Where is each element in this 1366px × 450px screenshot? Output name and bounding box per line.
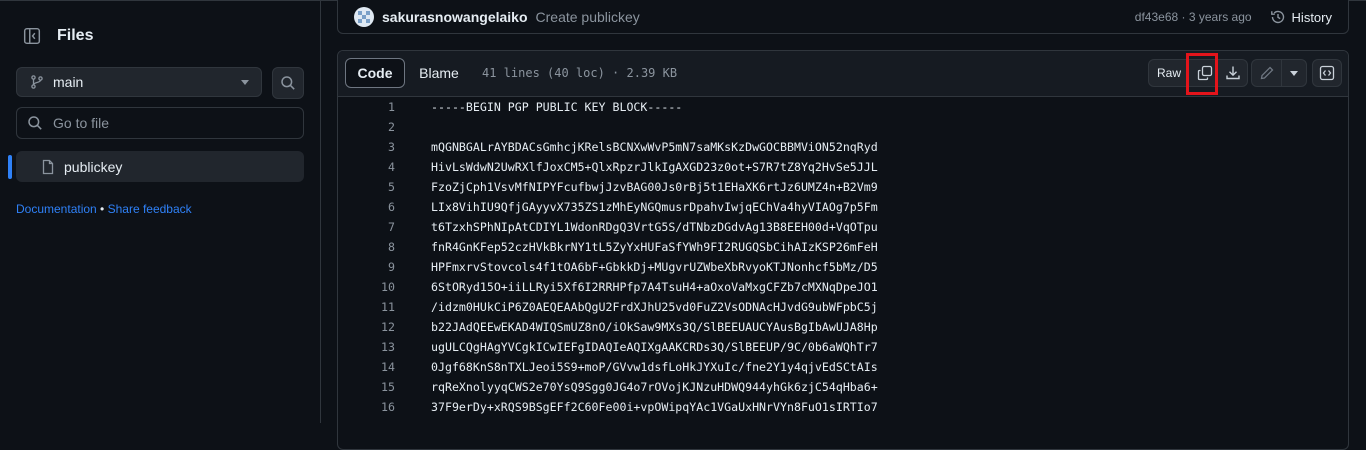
edit-more-options-button[interactable] bbox=[1281, 59, 1307, 87]
code-line: 6 LIx8VihIU9QfjGAyyvX735ZS1zMhEyNGQmusrDp… bbox=[338, 197, 1348, 217]
line-number[interactable]: 13 bbox=[338, 337, 395, 357]
history-button[interactable]: History bbox=[1270, 9, 1332, 25]
pencil-icon bbox=[1260, 66, 1273, 80]
tab-blame[interactable]: Blame bbox=[405, 58, 473, 88]
code-line: 8 fnR4GnKFep52czHVkBkrNY1tL5ZyYxHUFaSfYWh… bbox=[338, 237, 1348, 257]
code-line: 10 6StORyd15O+iiLLRyi5Xf6I2RRHPfp7A4TsuH4… bbox=[338, 277, 1348, 297]
tree-item-label: publickey bbox=[64, 158, 123, 175]
view-mode-toggle: Code Blame bbox=[345, 58, 473, 88]
line-number[interactable]: 9 bbox=[338, 257, 395, 277]
code-line: 5 FzoZjCph1VsvMfNIPYFcufbwjJzvBAG00Js0rBj… bbox=[338, 177, 1348, 197]
code-line: 7 t6TzxhSPhNIpAtCDIYL1WdonRDgQ3VrtG5S/dTN… bbox=[338, 217, 1348, 237]
code-line: 1 -----BEGIN PGP PUBLIC KEY BLOCK----- bbox=[338, 97, 1348, 117]
line-content: 37F9erDy+xRQS9BSgEFf2C60Fe00i+vpOWipqYAc… bbox=[431, 400, 878, 414]
go-to-file-placeholder: Go to file bbox=[53, 115, 110, 131]
line-number[interactable]: 16 bbox=[338, 397, 395, 417]
branch-selector[interactable]: main bbox=[16, 67, 262, 97]
history-icon bbox=[1270, 10, 1284, 24]
line-content: HivLsWdwN2UwRXlfJoxCM5+QlxRpzrJlkIgAXGD2… bbox=[431, 160, 878, 174]
file-header: Code Blame 41 lines (40 loc) · 2.39 KB R… bbox=[338, 51, 1348, 97]
line-number[interactable]: 6 bbox=[338, 197, 395, 217]
code-line: 2 bbox=[338, 117, 1348, 137]
file-viewer: Code Blame 41 lines (40 loc) · 2.39 KB R… bbox=[337, 50, 1349, 450]
line-content: ugULCQgHAgYVCgkICwIEFgIDAQIeAQIXgAAKCRDs… bbox=[431, 340, 878, 354]
commit-message[interactable]: Create publickey bbox=[536, 9, 1135, 25]
sidebar-links: Documentation • Share feedback bbox=[16, 202, 192, 216]
line-content: 0Jgf68KnS8nTXLJeoi5S9+moP/GVvw1dsfLoHkJY… bbox=[431, 360, 878, 374]
commit-author[interactable]: sakurasnowangelaiko bbox=[382, 9, 528, 25]
edit-file-button[interactable] bbox=[1251, 59, 1282, 87]
git-branch-icon bbox=[31, 75, 43, 89]
triangle-down-icon bbox=[241, 79, 249, 85]
file-icon bbox=[40, 159, 56, 175]
tree-item-publickey[interactable]: publickey bbox=[16, 151, 304, 182]
documentation-link[interactable]: Documentation bbox=[16, 202, 97, 216]
download-icon bbox=[1225, 66, 1240, 80]
line-number[interactable]: 5 bbox=[338, 177, 395, 197]
code-line: 13 ugULCQgHAgYVCgkICwIEFgIDAQIeAQIXgAAKCR… bbox=[338, 337, 1348, 357]
raw-button[interactable]: Raw bbox=[1148, 59, 1190, 87]
triangle-down-icon bbox=[1290, 70, 1298, 76]
sidebar-header: Files bbox=[16, 20, 93, 52]
sidebar-collapse-icon bbox=[23, 27, 41, 45]
line-content: -----BEGIN PGP PUBLIC KEY BLOCK----- bbox=[431, 100, 683, 114]
collapse-sidebar-button[interactable] bbox=[16, 20, 48, 52]
history-label: History bbox=[1291, 9, 1332, 25]
code-line: 11/idzm0HUkCiP6Z0AEQEAAbQgU2FrdXJhU25vd0… bbox=[338, 297, 1348, 317]
line-content: mQGNBGALrAYBDACsGmhcjKRelsBCNXwWvP5mN7sa… bbox=[431, 140, 878, 154]
go-to-file-input[interactable]: Go to file bbox=[16, 107, 304, 139]
line-number[interactable]: 3 bbox=[338, 137, 395, 157]
line-number[interactable]: 4 bbox=[338, 157, 395, 177]
avatar[interactable] bbox=[354, 7, 374, 27]
file-info: 41 lines (40 loc) · 2.39 KB bbox=[482, 66, 678, 80]
code-line: 4 HivLsWdwN2UwRXlfJoxCM5+QlxRpzrJlkIgAXGD… bbox=[338, 157, 1348, 177]
code-line: 9 HPFmxrvStovcols4f1tOA6bF+GbkkDj+MUgvrUZ… bbox=[338, 257, 1348, 277]
code-lines: 1 -----BEGIN PGP PUBLIC KEY BLOCK----- 2 … bbox=[338, 97, 1348, 417]
line-content: HPFmxrvStovcols4f1tOA6bF+GbkkDj+MUgvrUZW… bbox=[431, 260, 878, 274]
line-content: FzoZjCph1VsvMfNIPYFcufbwjJzvBAG00Js0rBj5… bbox=[431, 180, 878, 194]
line-number[interactable]: 12 bbox=[338, 317, 395, 337]
line-number[interactable]: 10 bbox=[338, 277, 395, 297]
line-content: 6StORyd15O+iiLLRyi5Xf6I2RRHPfp7A4TsuH4+a… bbox=[431, 280, 878, 294]
link-separator: • bbox=[96, 202, 108, 216]
file-tree-sidebar: Files main Go to file publickey Document… bbox=[0, 0, 321, 423]
line-number[interactable]: 11 bbox=[338, 297, 395, 317]
line-number[interactable]: 15 bbox=[338, 377, 395, 397]
latest-commit-bar: sakurasnowangelaiko Create publickey df4… bbox=[337, 0, 1349, 34]
line-content: b22JAdQEEwEKAD4WIQSmUZ8nO/iOkSaw9MXs3Q/S… bbox=[431, 320, 878, 334]
line-content: fnR4GnKFep52czHVkBkrNY1tL5ZyYxHUFaSfYWh9… bbox=[431, 240, 878, 254]
branch-name: main bbox=[53, 74, 84, 90]
commit-sha-age[interactable]: df43e68 · 3 years ago bbox=[1135, 10, 1252, 24]
code-line: 3 mQGNBGALrAYBDACsGmhcjKRelsBCNXwWvP5mN7s… bbox=[338, 137, 1348, 157]
code-line: 12 b22JAdQEEwEKAD4WIQSmUZ8nO/iOkSaw9MXs3Q… bbox=[338, 317, 1348, 337]
line-number[interactable]: 7 bbox=[338, 217, 395, 237]
download-button[interactable] bbox=[1217, 59, 1248, 87]
symbols-icon bbox=[1319, 65, 1335, 81]
line-number[interactable]: 14 bbox=[338, 357, 395, 377]
line-number[interactable]: 1 bbox=[338, 97, 395, 117]
search-files-button[interactable] bbox=[272, 67, 304, 99]
symbols-panel-button[interactable] bbox=[1312, 59, 1342, 87]
selected-indicator bbox=[8, 155, 12, 179]
copy-button-highlight bbox=[1186, 53, 1218, 95]
code-line: 16 37F9erDy+xRQS9BSgEFf2C60Fe00i+vpOWipqY… bbox=[338, 397, 1348, 417]
search-icon bbox=[28, 116, 42, 130]
line-content: rqReXnolyyqCWS2e70YsQ9Sgg0JG4o7rOVojKJNz… bbox=[431, 380, 878, 394]
sidebar-title: Files bbox=[57, 27, 94, 44]
share-feedback-link[interactable]: Share feedback bbox=[108, 202, 192, 216]
line-number[interactable]: 8 bbox=[338, 237, 395, 257]
line-content: /idzm0HUkCiP6Z0AEQEAAbQgU2FrdXJhU25vd0Fu… bbox=[431, 300, 878, 314]
line-content: LIx8VihIU9QfjGAyyvX735ZS1zMhEyNGQmusrDpa… bbox=[431, 200, 878, 214]
code-line: 14 0Jgf68KnS8nTXLJeoi5S9+moP/GVvw1dsfLoHk… bbox=[338, 357, 1348, 377]
line-content: t6TzxhSPhNIpAtCDIYL1WdonRDgQ3VrtG5S/dTNb… bbox=[431, 220, 878, 234]
search-icon bbox=[281, 76, 295, 90]
line-number[interactable]: 2 bbox=[338, 117, 395, 137]
tab-code[interactable]: Code bbox=[345, 58, 405, 88]
code-line: 15 rqReXnolyyqCWS2e70YsQ9Sgg0JG4o7rOVojKJ… bbox=[338, 377, 1348, 397]
